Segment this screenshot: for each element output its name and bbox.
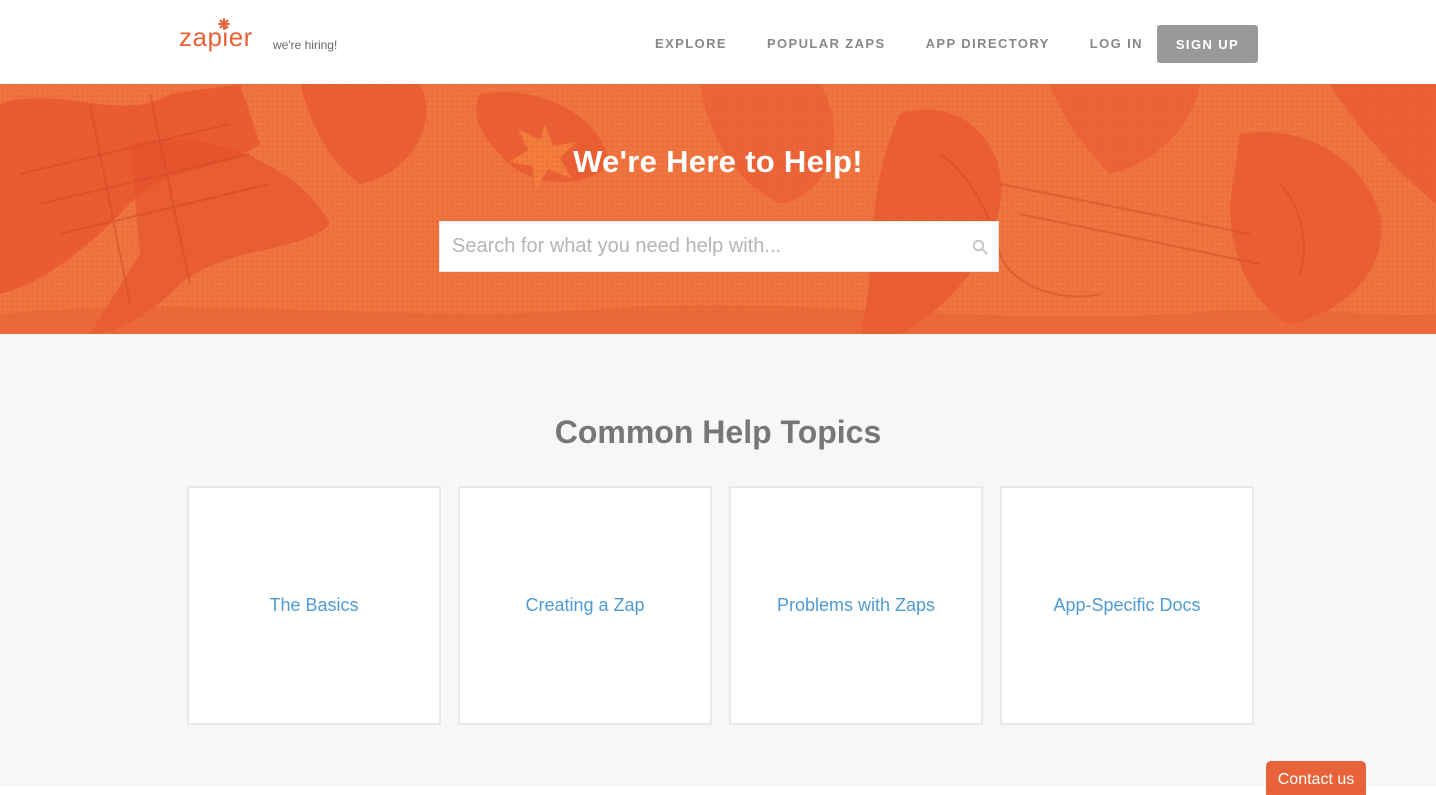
search-bar: [439, 221, 999, 272]
nav-explore[interactable]: EXPLORE: [655, 36, 727, 51]
asterisk-icon: [218, 18, 230, 30]
sign-up-button[interactable]: SIGN UP: [1157, 25, 1258, 63]
topics-heading: Common Help Topics: [554, 414, 882, 450]
site-header: zapier we're hiring! EXPLORE POPULAR ZAP…: [0, 0, 1436, 84]
topic-card-app-specific-docs[interactable]: App-Specific Docs: [1000, 486, 1254, 725]
zapier-logo[interactable]: zapier: [179, 18, 253, 52]
contact-us-button[interactable]: Contact us: [1266, 761, 1366, 795]
topic-card-creating-a-zap[interactable]: Creating a Zap: [458, 486, 712, 725]
nav-app-directory[interactable]: APP DIRECTORY: [926, 36, 1050, 51]
comic-background-illustration: [0, 84, 1436, 334]
search-input[interactable]: [440, 222, 960, 271]
topic-card-problems-with-zaps[interactable]: Problems with Zaps: [729, 486, 983, 725]
hero-title: We're Here to Help!: [573, 144, 863, 179]
topic-card-label: App-Specific Docs: [1053, 595, 1201, 615]
hero-banner: We're Here to Help!: [0, 84, 1436, 334]
topic-card-label: Creating a Zap: [525, 595, 645, 615]
topic-card-label: Problems with Zaps: [776, 595, 936, 615]
hiring-link[interactable]: we're hiring!: [273, 38, 337, 52]
nav-log-in[interactable]: LOG IN: [1090, 36, 1143, 51]
topic-card-the-basics[interactable]: The Basics: [187, 486, 441, 725]
main-nav: EXPLORE POPULAR ZAPS APP DIRECTORY LOG I…: [655, 36, 1143, 51]
page-bottom-edge: [0, 787, 1436, 795]
topic-cards: The Basics Creating a Zap Problems with …: [187, 486, 1254, 725]
topic-card-label: The Basics: [269, 595, 359, 615]
logo-text: zapier: [179, 22, 253, 52]
search-icon[interactable]: [972, 239, 988, 255]
nav-popular-zaps[interactable]: POPULAR ZAPS: [767, 36, 886, 51]
